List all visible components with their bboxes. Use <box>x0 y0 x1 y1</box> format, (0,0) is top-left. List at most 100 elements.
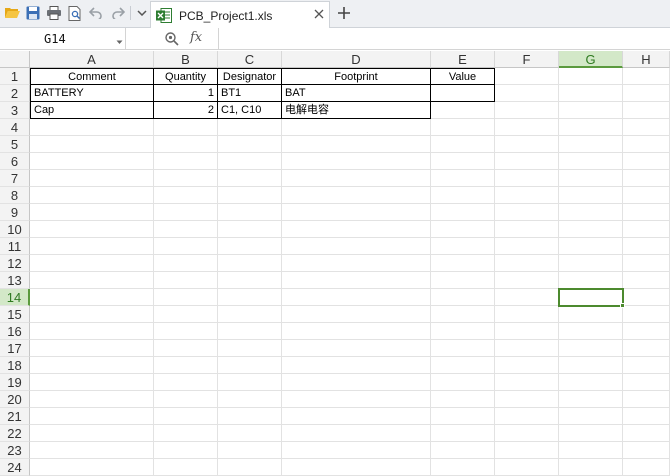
row-header-16[interactable]: 16 <box>0 323 30 340</box>
cell-a5[interactable] <box>30 136 154 153</box>
column-header-b[interactable]: B <box>154 51 218 68</box>
cell-g17[interactable] <box>559 340 623 357</box>
cell-e5[interactable] <box>431 136 495 153</box>
close-icon[interactable] <box>313 8 325 20</box>
cell-g1[interactable] <box>559 68 623 85</box>
cell-f10[interactable] <box>495 221 559 238</box>
cell-c4[interactable] <box>218 119 282 136</box>
row-header-14[interactable]: 14 <box>0 289 30 306</box>
cell-c23[interactable] <box>218 442 282 459</box>
name-box[interactable]: G14 <box>0 28 126 49</box>
cell-b18[interactable] <box>154 357 218 374</box>
cell-e19[interactable] <box>431 374 495 391</box>
row-header-20[interactable]: 20 <box>0 391 30 408</box>
cell-g22[interactable] <box>559 425 623 442</box>
formula-input[interactable] <box>218 28 670 49</box>
cell-a17[interactable] <box>30 340 154 357</box>
column-header-g[interactable]: G <box>559 51 623 68</box>
row-header-19[interactable]: 19 <box>0 374 30 391</box>
cell-e2[interactable] <box>431 85 495 102</box>
cell-a14[interactable] <box>30 289 154 306</box>
cell-c16[interactable] <box>218 323 282 340</box>
cell-f5[interactable] <box>495 136 559 153</box>
cell-h23[interactable] <box>623 442 670 459</box>
cell-c3[interactable]: C1, C10 <box>218 102 282 119</box>
cell-c6[interactable] <box>218 153 282 170</box>
cell-d13[interactable] <box>282 272 431 289</box>
cell-e20[interactable] <box>431 391 495 408</box>
row-header-15[interactable]: 15 <box>0 306 30 323</box>
cell-c19[interactable] <box>218 374 282 391</box>
cell-b1[interactable]: Quantity <box>154 68 218 85</box>
cell-c15[interactable] <box>218 306 282 323</box>
cell-h3[interactable] <box>623 102 670 119</box>
cell-d15[interactable] <box>282 306 431 323</box>
cell-b19[interactable] <box>154 374 218 391</box>
cell-b14[interactable] <box>154 289 218 306</box>
cell-a21[interactable] <box>30 408 154 425</box>
more-dropdown-icon[interactable] <box>134 5 150 21</box>
document-tab[interactable]: PCB_Project1.xls <box>150 1 330 28</box>
cell-d20[interactable] <box>282 391 431 408</box>
cell-h15[interactable] <box>623 306 670 323</box>
cell-h11[interactable] <box>623 238 670 255</box>
cell-g8[interactable] <box>559 187 623 204</box>
row-header-7[interactable]: 7 <box>0 170 30 187</box>
cell-h20[interactable] <box>623 391 670 408</box>
cell-e10[interactable] <box>431 221 495 238</box>
cell-f13[interactable] <box>495 272 559 289</box>
redo-icon[interactable] <box>110 5 126 21</box>
cell-a10[interactable] <box>30 221 154 238</box>
row-header-13[interactable]: 13 <box>0 272 30 289</box>
column-header-a[interactable]: A <box>30 51 154 68</box>
cell-a15[interactable] <box>30 306 154 323</box>
cell-a7[interactable] <box>30 170 154 187</box>
cell-e12[interactable] <box>431 255 495 272</box>
cell-b6[interactable] <box>154 153 218 170</box>
cell-c24[interactable] <box>218 459 282 476</box>
cell-h18[interactable] <box>623 357 670 374</box>
cell-g20[interactable] <box>559 391 623 408</box>
cell-d14[interactable] <box>282 289 431 306</box>
cell-c21[interactable] <box>218 408 282 425</box>
cell-g16[interactable] <box>559 323 623 340</box>
cell-f17[interactable] <box>495 340 559 357</box>
cell-a3[interactable]: Cap <box>30 102 154 119</box>
cell-d22[interactable] <box>282 425 431 442</box>
cell-d17[interactable] <box>282 340 431 357</box>
cell-d10[interactable] <box>282 221 431 238</box>
cell-b12[interactable] <box>154 255 218 272</box>
cell-h1[interactable] <box>623 68 670 85</box>
cell-a8[interactable] <box>30 187 154 204</box>
cell-d18[interactable] <box>282 357 431 374</box>
cell-g13[interactable] <box>559 272 623 289</box>
cell-g18[interactable] <box>559 357 623 374</box>
cell-f18[interactable] <box>495 357 559 374</box>
cell-b15[interactable] <box>154 306 218 323</box>
cell-d6[interactable] <box>282 153 431 170</box>
select-all-corner[interactable] <box>0 51 30 68</box>
cell-c18[interactable] <box>218 357 282 374</box>
cell-c22[interactable] <box>218 425 282 442</box>
row-header-23[interactable]: 23 <box>0 442 30 459</box>
row-header-1[interactable]: 1 <box>0 68 30 85</box>
zoom-search-icon[interactable] <box>164 31 180 47</box>
cell-e9[interactable] <box>431 204 495 221</box>
cell-h7[interactable] <box>623 170 670 187</box>
cell-d19[interactable] <box>282 374 431 391</box>
cell-b13[interactable] <box>154 272 218 289</box>
cell-h10[interactable] <box>623 221 670 238</box>
cell-c2[interactable]: BT1 <box>218 85 282 102</box>
cell-c12[interactable] <box>218 255 282 272</box>
row-header-11[interactable]: 11 <box>0 238 30 255</box>
cell-f15[interactable] <box>495 306 559 323</box>
cell-d7[interactable] <box>282 170 431 187</box>
cell-e18[interactable] <box>431 357 495 374</box>
cell-b22[interactable] <box>154 425 218 442</box>
cell-g9[interactable] <box>559 204 623 221</box>
cell-h21[interactable] <box>623 408 670 425</box>
cell-c10[interactable] <box>218 221 282 238</box>
cell-c14[interactable] <box>218 289 282 306</box>
cell-b24[interactable] <box>154 459 218 476</box>
cell-e16[interactable] <box>431 323 495 340</box>
